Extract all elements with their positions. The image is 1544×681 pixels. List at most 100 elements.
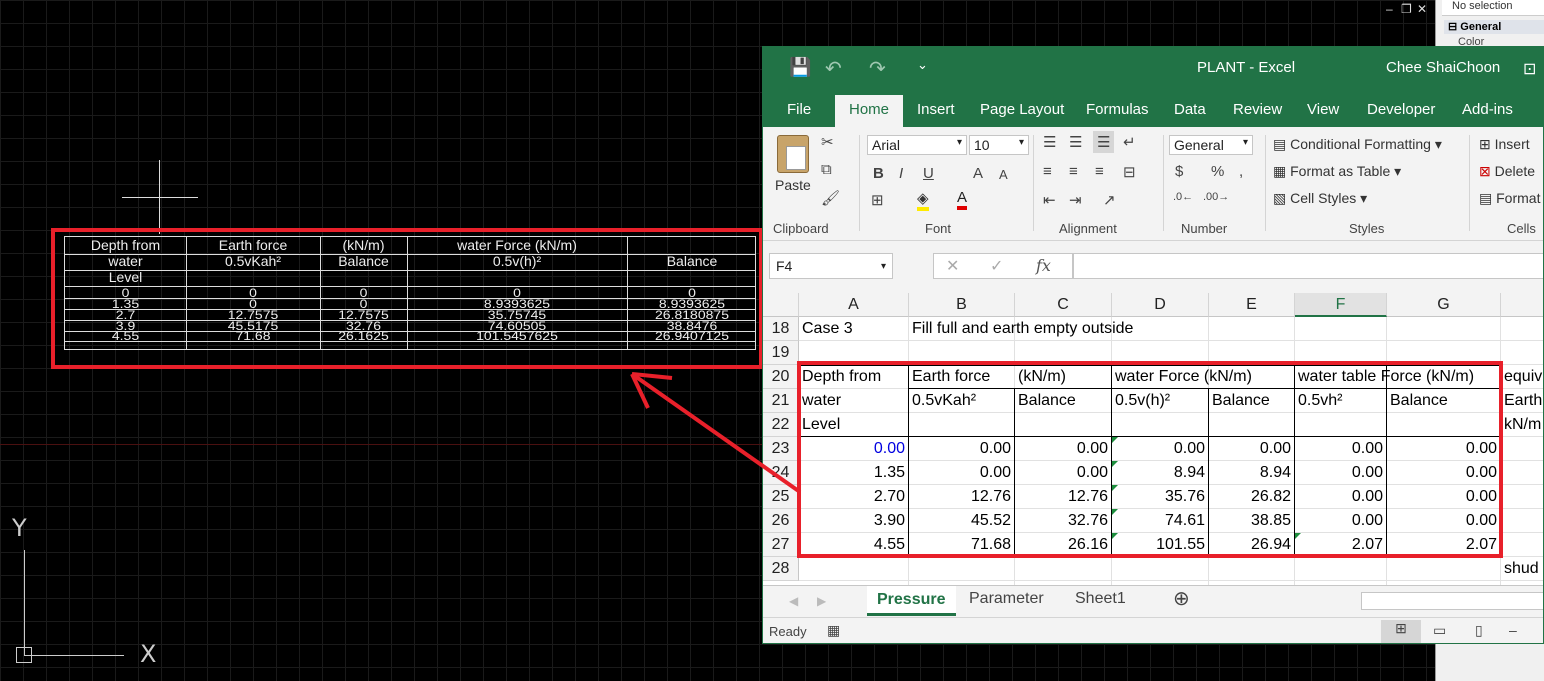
row-header-25[interactable]: 25 (763, 485, 799, 509)
close-icon[interactable]: ✕ (1417, 2, 1427, 16)
row-header-28[interactable]: 28 (763, 557, 799, 581)
cell-h22[interactable]: kN/m (1504, 413, 1541, 437)
properties-selection[interactable]: No selection (1442, 0, 1544, 16)
tab-file[interactable]: File (787, 101, 811, 118)
select-all-corner[interactable] (763, 293, 799, 317)
undo-icon[interactable]: ↶ (825, 56, 842, 81)
add-sheet-icon[interactable]: ⊕ (1173, 586, 1190, 611)
wrap-text-icon[interactable]: ↵ (1123, 133, 1136, 151)
row-header-26[interactable]: 26 (763, 509, 799, 533)
bold-icon[interactable]: B (873, 165, 884, 182)
macro-record-icon[interactable]: ▦ (827, 622, 840, 639)
underline-icon[interactable]: U (923, 165, 934, 182)
restore-icon[interactable]: ❐ (1401, 2, 1412, 16)
name-box[interactable]: F4 ▾ (769, 253, 893, 279)
tab-add-ins[interactable]: Add-ins (1462, 101, 1513, 118)
cell-h20[interactable]: equiv (1504, 365, 1542, 389)
tab-data[interactable]: Data (1174, 101, 1206, 118)
cut-icon[interactable]: ✂ (821, 133, 834, 151)
column-header-h[interactable] (1501, 293, 1543, 317)
ribbon-display-icon[interactable]: ⊡ (1523, 59, 1536, 79)
tab-formulas[interactable]: Formulas (1086, 101, 1149, 118)
page-layout-view-icon[interactable]: ▭ (1433, 622, 1446, 639)
horizontal-scrollbar[interactable] (1361, 592, 1543, 610)
tab-insert[interactable]: Insert (917, 101, 955, 118)
align-left-icon[interactable]: ≡ (1043, 163, 1052, 180)
format-cells-button[interactable]: ▤ Format (1479, 190, 1540, 207)
tab-home[interactable]: Home (835, 95, 904, 128)
number-format-select[interactable]: General ▾ (1169, 135, 1253, 155)
percent-icon[interactable]: % (1211, 163, 1224, 180)
comma-icon[interactable]: , (1239, 163, 1243, 180)
column-header-c[interactable]: C (1015, 293, 1112, 317)
row-header-18[interactable]: 18 (763, 317, 799, 341)
cell-a18[interactable]: Case 3 (802, 317, 853, 341)
format-painter-icon[interactable]: 🖌 (821, 189, 840, 207)
column-header-f[interactable]: F (1295, 293, 1387, 317)
row-header-27[interactable]: 27 (763, 533, 799, 557)
shrink-font-icon[interactable]: A (999, 167, 1008, 182)
redo-icon[interactable]: ↷ (869, 56, 886, 81)
font-color-icon[interactable]: A (957, 189, 968, 210)
insert-cells-button[interactable]: ⊞ Insert (1479, 136, 1530, 153)
row-header-20[interactable]: 20 (763, 365, 799, 389)
user-name[interactable]: Chee ShaiChoon (1386, 59, 1500, 76)
align-top-icon[interactable]: ☰ (1043, 133, 1056, 151)
increase-indent-icon[interactable]: ⇥ (1069, 191, 1082, 209)
font-name-select[interactable]: Arial ▾ (867, 135, 967, 155)
save-icon[interactable]: 💾 (789, 57, 811, 78)
tab-page-layout[interactable]: Page Layout (980, 101, 1064, 118)
column-header-b[interactable]: B (909, 293, 1015, 317)
sheet-tab-parameter[interactable]: Parameter (969, 590, 1044, 608)
delete-cells-button[interactable]: ⊠ Delete (1479, 163, 1535, 180)
align-center-icon[interactable]: ≡ (1069, 163, 1078, 180)
insert-function-icon[interactable]: fx (1036, 256, 1051, 275)
normal-view-icon[interactable]: ⊞ (1381, 620, 1421, 643)
cell-h21[interactable]: Earth (1504, 389, 1542, 413)
enter-icon[interactable]: ✓ (990, 256, 1003, 276)
row-header-22[interactable]: 22 (763, 413, 799, 437)
align-right-icon[interactable]: ≡ (1095, 163, 1104, 180)
merge-center-icon[interactable]: ⊟ (1123, 163, 1136, 181)
font-size-select[interactable]: 10 ▾ (969, 135, 1029, 155)
row-header-21[interactable]: 21 (763, 389, 799, 413)
formula-input[interactable] (1073, 253, 1543, 279)
cell-b18[interactable]: Fill full and earth empty outside (912, 317, 1133, 341)
row-header-19[interactable]: 19 (763, 341, 799, 365)
column-header-g[interactable]: G (1387, 293, 1501, 317)
decrease-indent-icon[interactable]: ⇤ (1043, 191, 1056, 209)
prev-sheet-icon[interactable]: ◀ (789, 594, 798, 608)
align-middle-icon[interactable]: ☰ (1069, 133, 1082, 151)
conditional-formatting-button[interactable]: ▤ Conditional Formatting ▾ (1273, 136, 1442, 153)
row-header-24[interactable]: 24 (763, 461, 799, 485)
paste-icon[interactable] (777, 135, 809, 173)
fill-color-icon[interactable]: ◈ (917, 189, 929, 211)
borders-icon[interactable]: ⊞ (871, 191, 884, 209)
paste-button[interactable]: Paste (775, 177, 811, 193)
copy-icon[interactable]: ⧉ (821, 161, 832, 178)
sheet-tab-pressure[interactable]: Pressure (867, 586, 956, 616)
properties-group-general[interactable]: ⊟ General (1444, 20, 1544, 34)
row-header-23[interactable]: 23 (763, 437, 799, 461)
cancel-icon[interactable]: ✕ (946, 256, 959, 276)
tab-developer[interactable]: Developer (1367, 101, 1435, 118)
next-sheet-icon[interactable]: ▶ (817, 594, 826, 608)
currency-icon[interactable]: $ (1175, 163, 1183, 180)
tab-view[interactable]: View (1307, 101, 1339, 118)
orientation-icon[interactable]: ↗ (1103, 191, 1116, 209)
cell-styles-button[interactable]: ▧ Cell Styles ▾ (1273, 190, 1367, 207)
column-header-a[interactable]: A (799, 293, 909, 317)
zoom-out-icon[interactable]: – (1509, 622, 1517, 638)
increase-decimal-icon[interactable]: .0← (1173, 191, 1193, 203)
column-header-e[interactable]: E (1209, 293, 1295, 317)
tab-review[interactable]: Review (1233, 101, 1282, 118)
page-break-view-icon[interactable]: ▯ (1475, 622, 1483, 639)
italic-icon[interactable]: I (899, 165, 903, 182)
customize-qat-icon[interactable]: ⌄ (917, 57, 928, 73)
cell-h28[interactable]: shud (1504, 557, 1539, 581)
column-header-d[interactable]: D (1112, 293, 1209, 317)
decrease-decimal-icon[interactable]: .00→ (1203, 191, 1229, 203)
sheet-tab-sheet1[interactable]: Sheet1 (1075, 590, 1126, 608)
minimize-icon[interactable]: ‒ (1386, 2, 1393, 16)
format-as-table-button[interactable]: ▦ Format as Table ▾ (1273, 163, 1401, 180)
